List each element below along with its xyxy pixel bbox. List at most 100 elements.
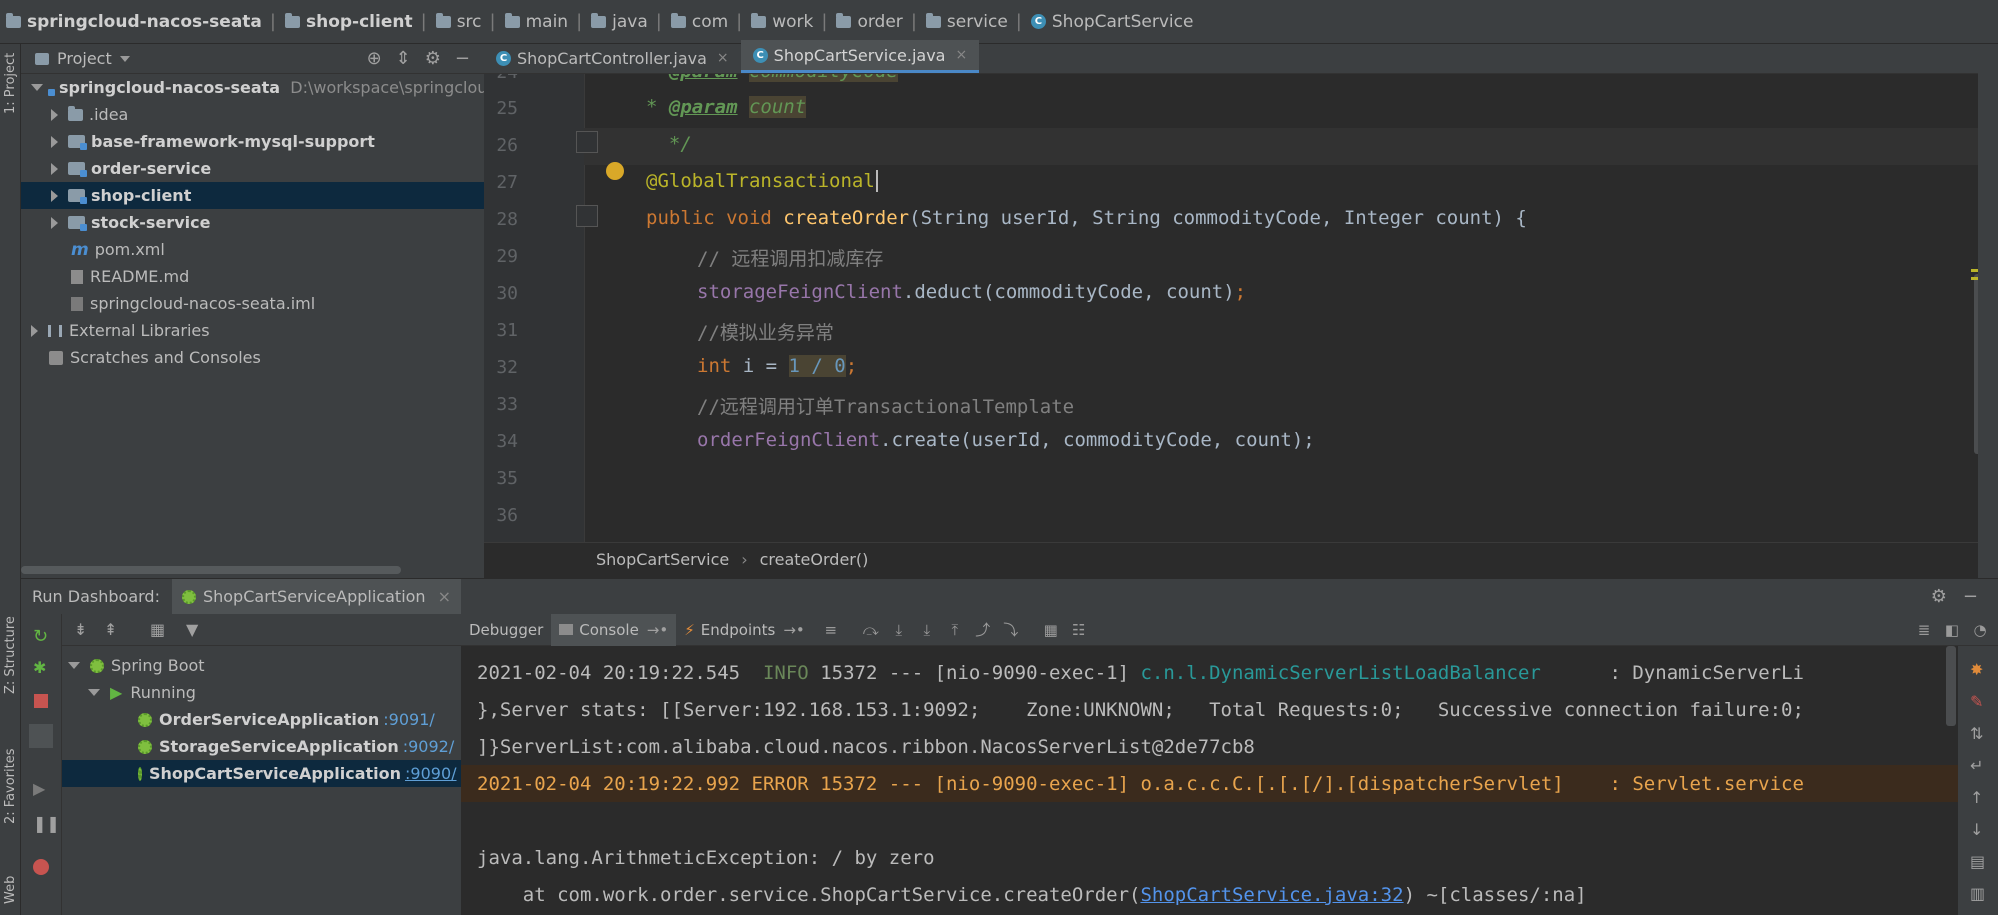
- lightbulb-icon[interactable]: [606, 162, 624, 180]
- tab-debugger[interactable]: Debugger: [461, 614, 551, 646]
- step-out-icon[interactable]: ⤒: [947, 622, 963, 638]
- pin-icon[interactable]: →•: [783, 621, 804, 639]
- source-link[interactable]: ShopCartService.java:32: [1140, 884, 1403, 906]
- breadcrumb-item-shop-client[interactable]: shop-client |: [284, 11, 436, 32]
- breadcrumb-item-com[interactable]: com |: [670, 11, 751, 32]
- tree-item-spring-boot[interactable]: Spring Boot: [68, 652, 205, 679]
- pin-icon[interactable]: →•: [647, 621, 668, 639]
- horizontal-scrollbar[interactable]: [21, 566, 401, 574]
- fold-marker-icon[interactable]: [576, 205, 598, 227]
- editor-breadcrumb-method[interactable]: createOrder(): [760, 550, 869, 569]
- chevron-right-icon[interactable]: [51, 216, 58, 229]
- scroll-down-icon[interactable]: ↓: [1970, 820, 1983, 839]
- stop-icon[interactable]: [34, 694, 48, 708]
- close-icon[interactable]: ×: [955, 47, 967, 63]
- group-icon[interactable]: ▦: [150, 620, 165, 639]
- menu-icon[interactable]: ≡: [823, 622, 839, 638]
- tree-item-stock-service[interactable]: stock-service: [21, 209, 514, 236]
- evaluate-icon[interactable]: ▦: [1043, 622, 1059, 638]
- chevron-down-icon[interactable]: [31, 84, 43, 91]
- favorites-tool-button[interactable]: 2: Favorites: [3, 748, 18, 824]
- tree-item-order-service[interactable]: order-service: [21, 155, 514, 182]
- sort-icon[interactable]: ⇅: [1970, 724, 1983, 743]
- tab-run-configuration[interactable]: ShopCartServiceApplication ×: [171, 578, 461, 615]
- breadcrumb-item-java[interactable]: java |: [591, 11, 671, 32]
- resume-icon[interactable]: ▶: [33, 779, 45, 798]
- list-icon[interactable]: ≣: [1916, 622, 1932, 638]
- chevron-down-icon[interactable]: [68, 662, 80, 669]
- tree-item-pom[interactable]: m pom.xml: [21, 236, 534, 263]
- tree-item-base-framework[interactable]: base-framework-mysql-support: [21, 128, 514, 155]
- step-into-icon[interactable]: ⤓: [891, 622, 907, 638]
- gauge-icon[interactable]: ◔: [1972, 622, 1988, 638]
- fold-marker-icon[interactable]: [576, 131, 598, 153]
- rerun-icon[interactable]: ↻: [33, 626, 48, 647]
- chevron-right-icon[interactable]: [51, 162, 58, 175]
- port-link[interactable]: :9091/: [383, 710, 435, 729]
- chevron-right-icon[interactable]: [51, 135, 58, 148]
- breadcrumb-item-class[interactable]: C ShopCartService: [1030, 12, 1193, 32]
- trace-icon[interactable]: ☷: [1071, 622, 1087, 638]
- gear-icon[interactable]: ⚙: [425, 48, 441, 69]
- tab-console[interactable]: Console →•: [551, 613, 677, 646]
- restore-layout-icon[interactable]: ◧: [1944, 622, 1960, 638]
- breadcrumb-item-order[interactable]: order |: [836, 11, 925, 32]
- tree-item-running[interactable]: ▶ Running: [88, 679, 196, 706]
- tree-item-project-root[interactable]: springcloud-nacos-seata D:\workspace\spr…: [21, 74, 503, 101]
- breakpoints-icon[interactable]: [33, 859, 49, 875]
- chevron-right-icon[interactable]: [31, 324, 38, 337]
- vertical-scrollbar[interactable]: [1946, 646, 1956, 726]
- scroll-up-icon[interactable]: ↑: [1970, 788, 1983, 807]
- project-tool-button[interactable]: 1: Project: [3, 53, 18, 114]
- port-link[interactable]: :9092/: [403, 737, 455, 756]
- debug-settings-icon[interactable]: ✸: [1970, 660, 1983, 679]
- tree-item-readme[interactable]: README.md: [21, 263, 534, 290]
- gear-icon[interactable]: ⚙: [1931, 586, 1947, 607]
- chevron-right-icon[interactable]: [51, 108, 58, 121]
- close-icon[interactable]: ×: [438, 587, 451, 606]
- hide-panel-icon[interactable]: −: [1963, 586, 1978, 607]
- tree-item-idea[interactable]: .idea: [21, 101, 514, 128]
- tree-item-scratches[interactable]: Scratches and Consoles: [21, 344, 512, 371]
- tree-item-storage-service-app[interactable]: StorageServiceApplication:9092/: [138, 733, 454, 760]
- collapse-all-icon[interactable]: ⇞: [104, 620, 117, 639]
- locate-icon[interactable]: ⊕: [367, 48, 382, 69]
- run-to-cursor-icon[interactable]: ⤵: [1003, 622, 1019, 638]
- chevron-down-icon[interactable]: [88, 689, 100, 696]
- tree-item-shopcart-service-app[interactable]: ShopCartServiceApplication:9090/✎: [62, 760, 476, 787]
- tree-item-iml[interactable]: springcloud-nacos-seata.iml: [21, 290, 534, 317]
- editor-breadcrumb-class[interactable]: ShopCartService: [596, 550, 729, 569]
- tree-item-order-service-app[interactable]: OrderServiceApplication:9091/: [138, 706, 435, 733]
- console-output[interactable]: 2021-02-04 20:19:22.545 INFO 15372 --- […: [461, 646, 1958, 915]
- chevron-down-icon[interactable]: [119, 55, 130, 62]
- close-icon[interactable]: ×: [717, 50, 729, 66]
- tree-item-shop-client[interactable]: shop-client: [21, 182, 514, 209]
- breadcrumb-item-src[interactable]: src |: [435, 11, 505, 32]
- tab-endpoints[interactable]: ⚡ Endpoints →•: [676, 614, 813, 646]
- soft-wrap-icon[interactable]: ↵: [1970, 756, 1983, 775]
- tab-shopcart-controller[interactable]: C ShopCartController.java ×: [484, 43, 741, 73]
- tab-shopcart-service[interactable]: C ShopCartService.java ×: [740, 40, 980, 73]
- step-over-icon[interactable]: ⤼: [863, 622, 879, 638]
- tree-item-external-libraries[interactable]: External Libraries: [21, 317, 494, 344]
- clear-icon[interactable]: ✎: [1970, 692, 1983, 711]
- layout-icon[interactable]: [29, 724, 53, 748]
- structure-tool-button[interactable]: Z: Structure: [3, 616, 18, 694]
- port-link[interactable]: :9090/: [405, 764, 457, 783]
- project-panel-title[interactable]: Project: [57, 49, 112, 68]
- force-step-into-icon[interactable]: ⤓: [919, 622, 935, 638]
- debug-icon[interactable]: ✱: [33, 658, 46, 677]
- chevron-right-icon[interactable]: [51, 189, 58, 202]
- breadcrumb-item-work[interactable]: work |: [751, 11, 836, 32]
- expand-all-icon[interactable]: ⇟: [74, 620, 87, 639]
- breadcrumb-item-service[interactable]: service |: [925, 11, 1031, 32]
- collapse-all-icon[interactable]: ⇕: [396, 48, 411, 69]
- code-editor[interactable]: 24 25 26 27 28 29 30 31 32 33 34 35 36 *…: [484, 74, 1998, 542]
- breadcrumb-item-project[interactable]: springcloud-nacos-seata |: [6, 11, 285, 32]
- pause-icon[interactable]: ❚❚: [33, 814, 60, 833]
- web-tool-button[interactable]: Web: [3, 876, 18, 904]
- hide-panel-icon[interactable]: −: [455, 48, 470, 69]
- print-icon[interactable]: ▤: [1970, 852, 1985, 871]
- drop-frame-icon[interactable]: ⤴: [975, 622, 991, 638]
- delete-icon[interactable]: ▥: [1970, 884, 1985, 903]
